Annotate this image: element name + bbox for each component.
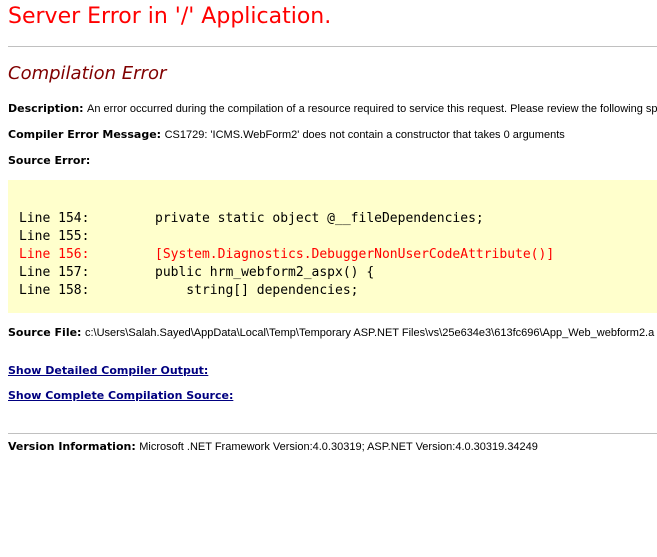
line-code: public hrm_webform2_aspx() { — [155, 265, 375, 280]
code-line-error: Line 156: [System.Diagnostics.DebuggerNon… — [19, 246, 554, 264]
compiler-error-message-text: CS1729: 'ICMS.WebForm2' does not contain… — [164, 129, 565, 141]
line-number: Line 155: — [19, 229, 90, 244]
compiler-error-message-row: Compiler Error Message: CS1729: 'ICMS.We… — [8, 128, 565, 142]
source-error-code-block: Line 154: private static object @__fileDe… — [8, 180, 657, 313]
description-text: An error occurred during the compilation… — [87, 103, 657, 115]
version-information-text: Microsoft .NET Framework Version:4.0.303… — [139, 441, 538, 453]
page-subtitle: Compilation Error — [8, 63, 167, 84]
show-compilation-source-link[interactable]: Show Complete Compilation Source: — [8, 389, 233, 402]
source-file-label: Source File: — [8, 326, 82, 339]
line-number: Line 154: — [19, 211, 90, 226]
line-code: [System.Diagnostics.DebuggerNonUserCodeA… — [155, 247, 555, 262]
source-file-row: Source File: c:\Users\Salah.Sayed\AppDat… — [8, 326, 654, 340]
code-line: Line 155: — [19, 228, 155, 246]
footer-divider — [8, 433, 657, 434]
source-error-row: Source Error: — [8, 154, 90, 168]
code-line: Line 158: string[] dependencies; — [19, 282, 359, 300]
title-divider — [8, 46, 657, 47]
version-information-row: Version Information: Microsoft .NET Fram… — [8, 440, 538, 454]
line-code: private static object @__fileDependencie… — [155, 211, 484, 226]
source-file-path: c:\Users\Salah.Sayed\AppData\Local\Temp\… — [84, 327, 655, 339]
show-compiler-output-link[interactable]: Show Detailed Compiler Output: — [8, 364, 208, 377]
error-page: Server Error in '/' Application. Compila… — [0, 0, 657, 557]
page-title: Server Error in '/' Application. — [8, 4, 332, 29]
version-information-label: Version Information: — [8, 440, 136, 453]
line-number: Line 158: — [19, 283, 90, 298]
code-line: Line 154: private static object @__fileDe… — [19, 210, 484, 228]
line-number: Line 157: — [19, 265, 90, 280]
description-row: Description: An error occurred during th… — [8, 102, 657, 116]
source-error-label: Source Error: — [8, 154, 91, 167]
description-label: Description: — [8, 102, 84, 115]
line-code: string[] dependencies; — [155, 283, 359, 298]
compiler-error-message-label: Compiler Error Message: — [8, 128, 162, 141]
line-number: Line 156: — [19, 247, 90, 262]
code-line: Line 157: public hrm_webform2_aspx() { — [19, 264, 374, 282]
